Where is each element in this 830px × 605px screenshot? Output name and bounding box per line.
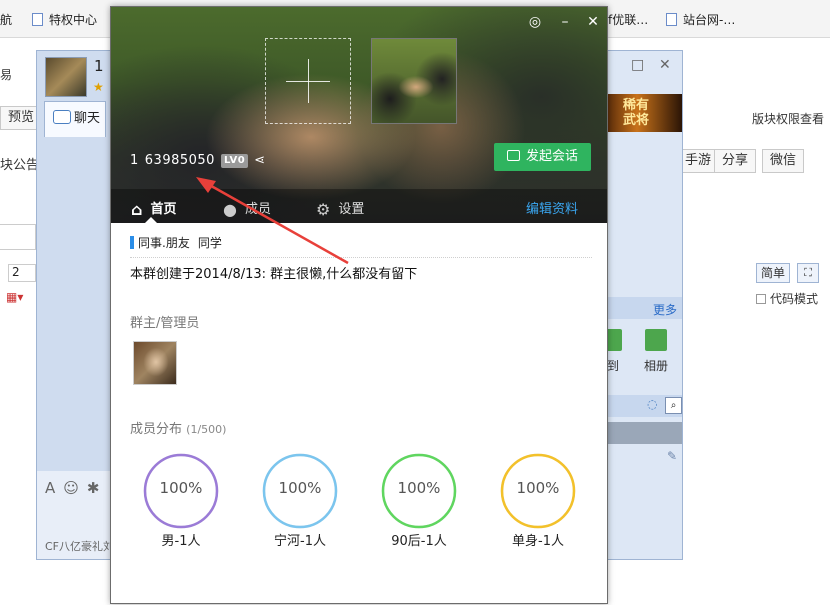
start-chat-button[interactable]: 发起会话	[494, 143, 591, 171]
group-avatar-small[interactable]	[45, 57, 87, 97]
distribution-donut: 100%	[500, 453, 576, 529]
tab-label: f优联…	[608, 13, 649, 27]
document-icon	[666, 13, 677, 26]
group-name: 1	[130, 153, 139, 168]
members-count: (1/500)	[186, 423, 227, 436]
album-label[interactable]: 相册	[644, 357, 668, 374]
more-tools-icon[interactable]: ✱	[87, 479, 108, 497]
group-tags: 同事.朋友 同学	[130, 234, 592, 258]
edit-icon[interactable]: ✎	[667, 449, 677, 463]
tab-label: 聊天	[74, 111, 101, 126]
tag: 同事.朋友	[138, 236, 190, 250]
group-identity: 1 63985050 LV0 ⋖	[130, 153, 272, 168]
admin-avatar[interactable]	[133, 341, 177, 385]
more-link[interactable]: 更多	[653, 301, 677, 318]
fullscreen-icon[interactable]: ⛶	[797, 263, 819, 283]
donut-label: 90后-1人	[391, 534, 447, 549]
tab-label: 成员	[244, 202, 271, 217]
simple-mode-button[interactable]: 简单	[756, 263, 791, 283]
chat-bubble-icon	[53, 110, 71, 124]
donut-label: 单身-1人	[512, 534, 564, 549]
share-button[interactable]: 分享	[714, 149, 757, 173]
tab-label: 站台网-…	[683, 13, 736, 27]
plus-icon	[308, 59, 309, 103]
star-icon: ★	[93, 80, 104, 94]
distribution-donut: 100%	[381, 453, 457, 529]
active-tab-caret	[145, 217, 157, 223]
group-id: 63985050	[144, 153, 215, 168]
share-icon[interactable]: ⋖	[254, 153, 265, 168]
tab-label: 首页	[150, 202, 177, 217]
game-ad-text: 稀有 武将	[623, 98, 650, 128]
mobile-game-button[interactable]: 手游	[678, 149, 720, 173]
donut-percent: 100%	[397, 479, 441, 497]
maximize-icon[interactable]: □	[631, 57, 644, 73]
tab-home[interactable]: ⌂ 首页	[131, 198, 176, 219]
browser-tab[interactable]: 站台网-…	[666, 8, 756, 32]
wechat-button[interactable]: 微信	[762, 149, 805, 173]
members-title: 成员分布	[130, 422, 183, 437]
tag-marker	[130, 236, 134, 249]
group-avatar[interactable]	[371, 38, 457, 124]
page-input-fragment[interactable]	[0, 224, 36, 250]
font-icon[interactable]: A	[45, 479, 63, 497]
emoji-icon[interactable]: ☺	[63, 479, 87, 497]
close-icon[interactable]: ✕	[659, 57, 671, 73]
donut-percent: 100%	[516, 479, 560, 497]
distribution-donut: 100%	[262, 453, 338, 529]
code-mode-label: 代码模式	[770, 292, 819, 306]
page-select-fragment[interactable]: 2	[8, 264, 36, 282]
tab-settings[interactable]: ⚙ 设置	[316, 198, 364, 219]
browser-tab[interactable]: 特权中心	[32, 8, 110, 32]
chat-bubble-icon[interactable]: ◌	[647, 397, 657, 411]
browser-tab[interactable]: 航	[0, 8, 30, 32]
members-section-title: 成员分布 (1/500)	[130, 418, 226, 437]
search-icon[interactable]: ⌕	[665, 397, 682, 414]
checkbox[interactable]	[756, 294, 766, 304]
tab-label: 航	[0, 13, 13, 27]
member-search-field[interactable]	[607, 422, 682, 444]
donut-label: 宁河-1人	[274, 534, 326, 549]
donut-percent: 100%	[278, 479, 322, 497]
admins-title: 群主/管理员	[130, 316, 200, 331]
tab-label: 特权中心	[49, 13, 98, 27]
album-icon[interactable]	[645, 329, 667, 351]
tab-chat[interactable]: 聊天	[44, 101, 106, 137]
group-description: 本群创建于2014/8/13: 群主很懒,什么都没有留下	[130, 267, 418, 282]
page-fragment: 易	[0, 68, 13, 82]
tag: 同学	[197, 236, 222, 250]
user-icon: ●	[223, 200, 237, 219]
permissions-link[interactable]: 版块权限查看	[752, 110, 824, 127]
distribution-donut: 100%	[143, 453, 219, 529]
checkin-label[interactable]: 到	[607, 357, 619, 374]
add-avatar-button[interactable]	[265, 38, 351, 124]
tab-members[interactable]: ● 成员	[223, 198, 271, 219]
game-ad-banner[interactable]: 稀有 武将	[607, 94, 682, 132]
profile-header: ◎ – ✕ 1 63985050 LV0 ⋖ 发起会话 ⌂ 首页 ● 成员 ⚙ 设置 编辑资…	[111, 7, 607, 223]
donut-percent: 100%	[159, 479, 203, 497]
edit-profile-link[interactable]: 编辑资料	[526, 198, 578, 217]
browser-tab[interactable]: f优联…	[608, 8, 660, 32]
gear-icon: ⚙	[316, 200, 331, 219]
chat-title: 1	[94, 57, 104, 75]
home-icon: ⌂	[131, 200, 143, 219]
chat-icon	[506, 150, 520, 161]
color-grid-icon[interactable]: ▦▾	[6, 290, 23, 304]
chat-ad-text[interactable]: CF八亿豪礼刘	[45, 538, 114, 554]
page-fragment: 块公告	[0, 158, 40, 173]
close-icon[interactable]: ✕	[585, 14, 601, 30]
tab-label: 设置	[338, 202, 365, 217]
group-profile-card: ◎ – ✕ 1 63985050 LV0 ⋖ 发起会话 ⌂ 首页 ● 成员 ⚙ 设置 编辑资…	[110, 6, 608, 604]
code-mode-option[interactable]: 代码模式	[756, 290, 818, 307]
level-badge: LV0	[220, 154, 249, 168]
minimize-icon[interactable]: –	[557, 14, 573, 30]
settings-eye-icon[interactable]: ◎	[527, 14, 543, 30]
donut-label: 男-1人	[161, 534, 201, 549]
document-icon	[32, 13, 43, 26]
chat-toolbar: A☺✱	[45, 479, 107, 497]
start-chat-label: 发起会话	[525, 149, 578, 164]
